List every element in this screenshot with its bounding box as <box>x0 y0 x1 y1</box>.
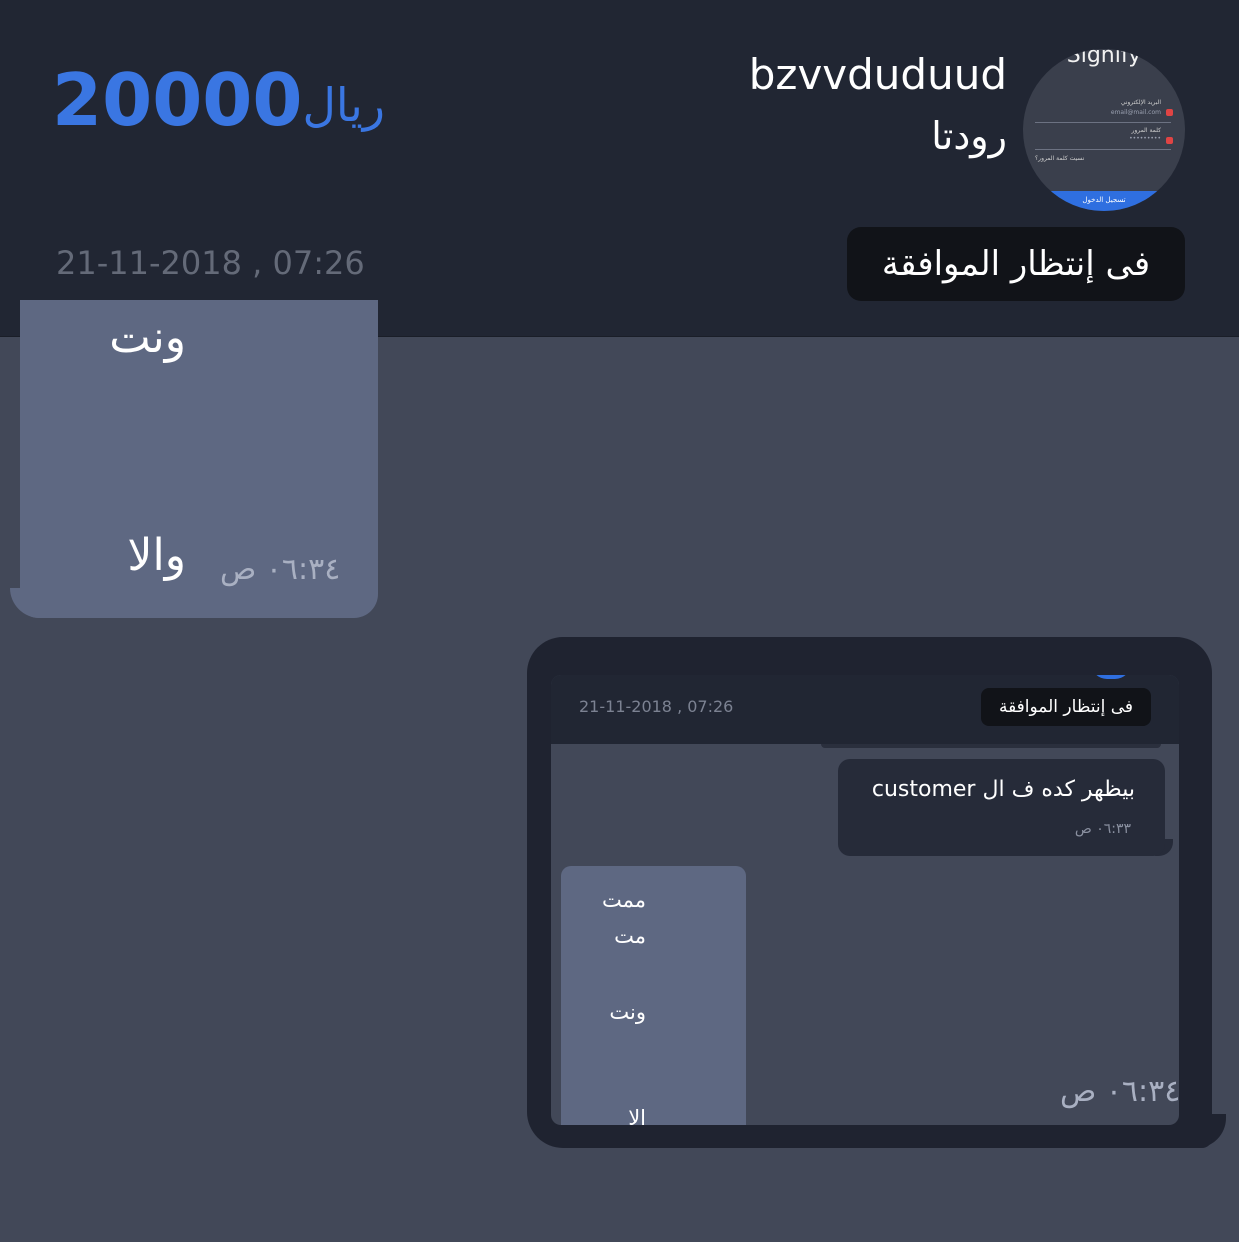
order-header: ريال20000 bzvvduduud رودتا Signify البري… <box>0 0 1239 337</box>
screenshot-incoming-line: الا <box>628 1106 646 1125</box>
screenshot-status-badge: فى إنتظار الموافقة <box>981 688 1151 726</box>
incoming-message-cut-text: ونت <box>109 312 186 363</box>
screenshot-outgoing-message: بيظهر كده ف ال customer ٠٦:٣٣ ص <box>838 759 1165 856</box>
screenshot-message-time: ٠٦:٣٣ ص <box>1074 821 1131 837</box>
avatar-app-title: Signify <box>1066 49 1142 68</box>
product-avatar[interactable]: Signify البريد الإلكتروني email@mail.com… <box>1023 49 1185 211</box>
lock-icon <box>1166 137 1173 144</box>
mail-icon <box>1166 109 1173 116</box>
screenshot-image[interactable]: 21-11-2018 , 07:26 فى إنتظار الموافقة بي… <box>551 675 1179 1125</box>
screenshot-incoming-line: ونت <box>609 1000 646 1024</box>
incoming-message-text: والا <box>127 530 186 581</box>
avatar-divider <box>1035 122 1171 123</box>
avatar-login-button: تسجيل الدخول <box>1023 191 1185 211</box>
screenshot-incoming-line: ممت <box>601 888 646 912</box>
screenshot-message-text: بيظهر كده ف ال customer <box>871 777 1135 802</box>
screenshot-avatar-edge <box>1091 675 1131 679</box>
username[interactable]: bzvvduduud <box>749 50 1007 99</box>
screenshot-header: 21-11-2018 , 07:26 فى إنتظار الموافقة <box>551 675 1179 744</box>
product-name: رودتا <box>931 114 1007 158</box>
incoming-message-time: ٠٦:٣٤ ص <box>220 552 341 587</box>
avatar-forgot-label: نسيت كلمة المرور؟ <box>1035 155 1085 162</box>
status-badge: فى إنتظار الموافقة <box>847 227 1185 301</box>
screenshot-bubble-edge <box>821 744 1161 748</box>
outgoing-message-time: ٠٦:٣٤ ص <box>1060 1074 1181 1109</box>
order-date: 21-11-2018 , 07:26 <box>56 244 365 282</box>
incoming-message[interactable]: ونت والا ٠٦:٣٤ ص <box>20 300 378 618</box>
screenshot-incoming-line: مت <box>614 924 646 948</box>
avatar-email-label: البريد الإلكتروني <box>1120 99 1161 106</box>
screenshot-date: 21-11-2018 , 07:26 <box>579 697 734 716</box>
avatar-password-label: كلمة المرور <box>1131 127 1161 134</box>
screenshot-incoming-message: ممت مت ونت الا <box>561 866 746 1125</box>
avatar-divider <box>1035 149 1171 150</box>
price: ريال20000 <box>52 58 385 142</box>
avatar-email-value: email@mail.com <box>1110 109 1161 116</box>
avatar-password-value: ••••••••• <box>1129 135 1161 142</box>
price-amount: 20000 <box>52 58 303 142</box>
price-currency: ريال <box>302 78 385 132</box>
